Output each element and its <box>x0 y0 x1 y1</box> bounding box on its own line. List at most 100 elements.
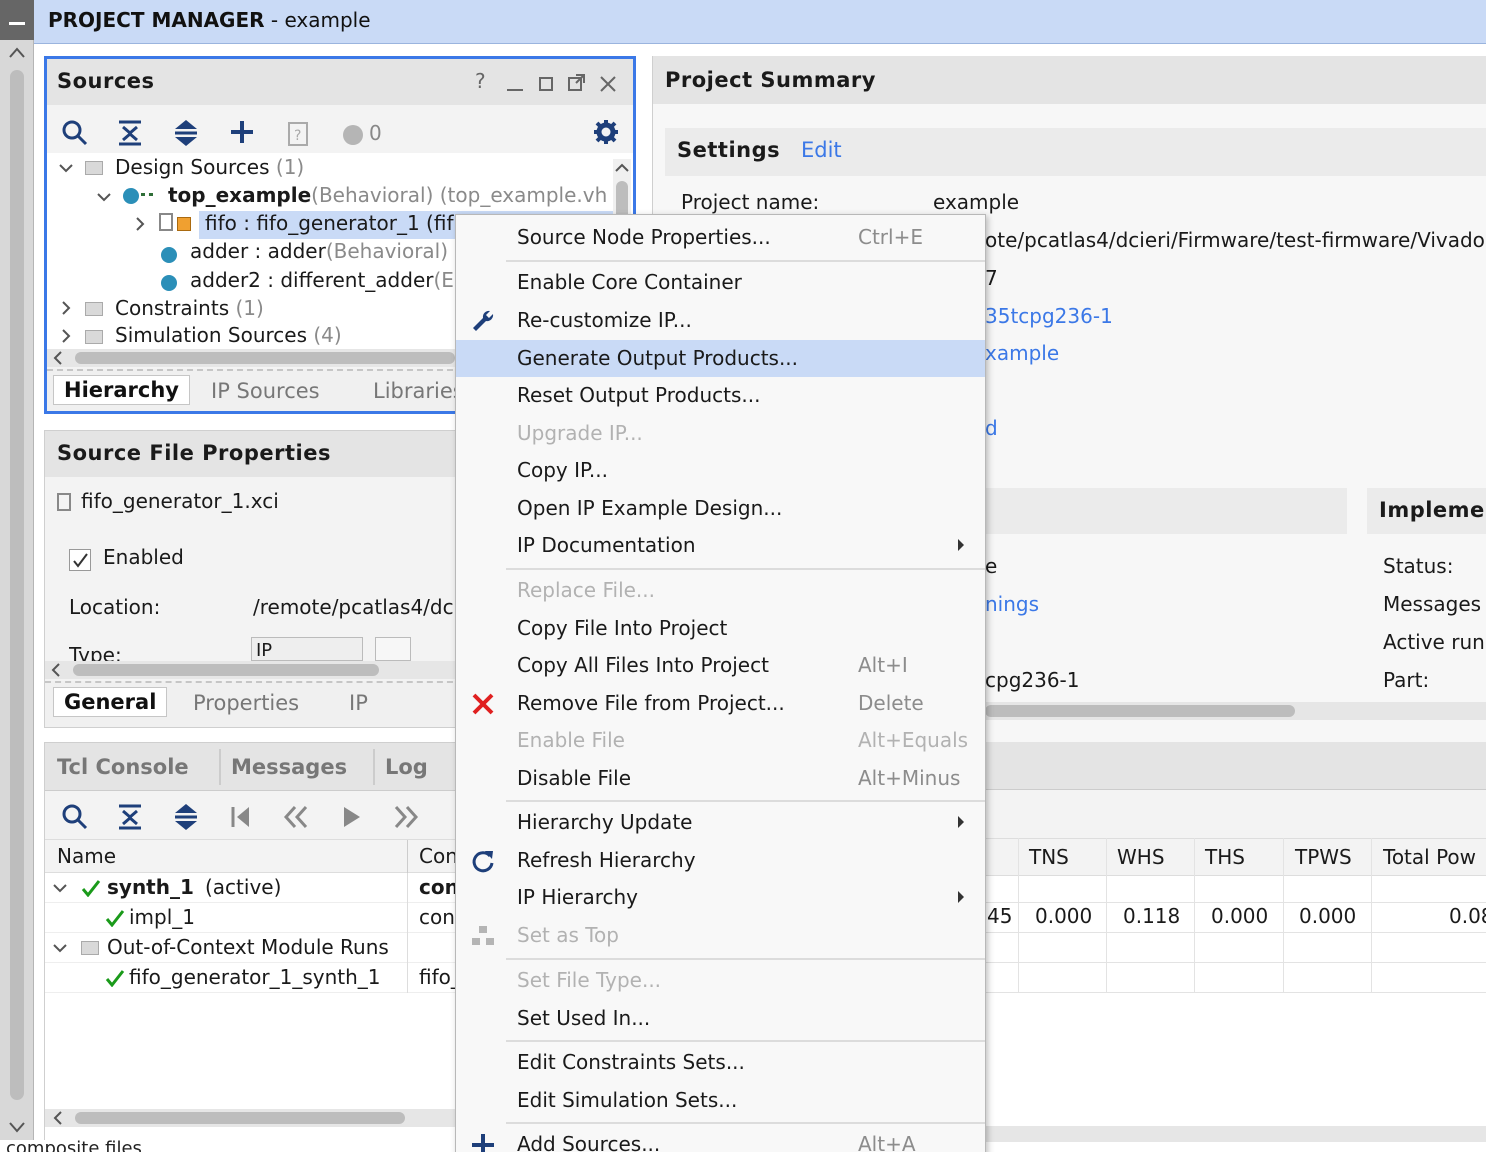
tab-hierarchy[interactable]: Hierarchy <box>53 375 190 405</box>
run-active-tag: (active) <box>205 875 282 899</box>
scroll-up-icon[interactable] <box>8 46 26 60</box>
rewind-icon[interactable] <box>283 805 309 829</box>
add-sources-icon[interactable] <box>229 119 255 147</box>
enabled-checkbox[interactable] <box>69 549 91 571</box>
menu-item-upgrade-ip[interactable]: Upgrade IP... <box>456 415 985 452</box>
menu-item-set-as-top[interactable]: Set as Top <box>456 917 985 954</box>
menu-item-refresh-hierarchy[interactable]: Refresh Hierarchy <box>456 842 985 879</box>
sfp-hscroll[interactable] <box>45 661 463 679</box>
gear-icon[interactable] <box>593 119 619 145</box>
tree-item-top-example[interactable]: top_example(Behavioral) (top_example.vh <box>168 183 608 207</box>
menu-item-generate-output-products[interactable]: Generate Output Products... <box>456 340 985 377</box>
menu-item-ip-hierarchy[interactable]: IP Hierarchy <box>456 879 985 916</box>
menu-item-recustomize-ip[interactable]: Re-customize IP... <box>456 302 985 339</box>
scroll-left-icon[interactable] <box>53 1111 63 1125</box>
maximize-panel-icon[interactable] <box>539 77 553 91</box>
help-icon[interactable]: ? <box>475 69 486 93</box>
tree-item-fifo[interactable]: fifo : fifo_generator_1 (fif <box>205 211 455 235</box>
menu-item-copy-all-files[interactable]: Copy All Files Into Project Alt+I <box>456 647 985 684</box>
chevron-down-icon[interactable] <box>97 192 111 202</box>
col-tpws[interactable]: TPWS <box>1295 845 1352 869</box>
tree-item-adder2[interactable]: adder2 : different_adder(E <box>190 268 460 292</box>
tree-item-simulation-sources[interactable]: Simulation Sources (4) <box>115 323 342 347</box>
table-row[interactable]: fifo_generator_1_synth_1 fifo_ <box>45 963 463 993</box>
menu-item-copy-file-into-project[interactable]: Copy File Into Project <box>456 610 985 647</box>
chevron-right-icon[interactable] <box>61 301 71 315</box>
search-icon[interactable] <box>61 119 89 147</box>
properties-doc-icon[interactable]: ? <box>287 121 309 147</box>
tab-tcl-console[interactable]: Tcl Console <box>57 755 189 779</box>
menu-item-hierarchy-update[interactable]: Hierarchy Update <box>456 804 985 841</box>
type-field[interactable]: IP <box>251 637 363 661</box>
scroll-up-icon[interactable] <box>615 163 629 173</box>
menu-item-enable-file[interactable]: Enable File Alt+Equals <box>456 722 985 759</box>
search-icon[interactable] <box>61 803 89 831</box>
menu-item-edit-simulation-sets[interactable]: Edit Simulation Sets... <box>456 1082 985 1119</box>
table-row[interactable]: synth_1 (active) con <box>45 873 463 903</box>
tab-properties[interactable]: Properties <box>193 691 299 715</box>
console-hscroll[interactable] <box>45 1109 463 1127</box>
col-tns[interactable]: TNS <box>1029 845 1069 869</box>
collapse-all-icon[interactable] <box>117 119 143 147</box>
tab-messages[interactable]: Messages <box>231 755 347 779</box>
col-constraints[interactable]: Con <box>419 844 458 868</box>
menu-separator <box>506 958 985 960</box>
settings-edit-link[interactable]: Edit <box>801 138 842 162</box>
chevron-down-icon[interactable] <box>53 943 67 953</box>
tab-ip-sources[interactable]: IP Sources <box>211 379 320 403</box>
chevron-right-icon[interactable] <box>61 329 71 343</box>
menu-item-copy-ip[interactable]: Copy IP... <box>456 452 985 489</box>
menu-item-disable-file[interactable]: Disable File Alt+Minus <box>456 760 985 797</box>
expand-all-icon[interactable] <box>173 119 199 147</box>
tree-item-design-sources[interactable]: Design Sources (1) <box>115 155 304 179</box>
type-browse-button[interactable] <box>375 637 411 661</box>
scroll-down-icon[interactable] <box>8 1120 26 1134</box>
chevron-right-icon[interactable] <box>135 217 145 231</box>
table-row[interactable]: Out-of-Context Module Runs <box>45 933 463 963</box>
col-name[interactable]: Name <box>57 844 116 868</box>
tab-ip[interactable]: IP <box>349 691 368 715</box>
close-panel-icon[interactable] <box>599 75 617 93</box>
chevron-down-icon[interactable] <box>59 163 73 173</box>
expand-all-icon[interactable] <box>173 803 199 831</box>
menu-item-source-node-properties[interactable]: Source Node Properties... Ctrl+E <box>456 219 985 256</box>
table-row[interactable]: impl_1 con <box>45 903 463 933</box>
menu-item-reset-output-products[interactable]: Reset Output Products... <box>456 377 985 414</box>
summary-hscroll-thumb[interactable] <box>985 705 1295 717</box>
float-panel-icon[interactable] <box>567 73 587 93</box>
menu-item-add-sources[interactable]: Add Sources... Alt+A <box>456 1126 985 1152</box>
menu-item-ip-documentation[interactable]: IP Documentation <box>456 527 985 564</box>
tree-item-constraints[interactable]: Constraints (1) <box>115 296 264 320</box>
fast-forward-icon[interactable] <box>393 805 419 829</box>
synth-warnings-link[interactable]: nings <box>985 592 1039 616</box>
tree-item-adder[interactable]: adder : adder(Behavioral) <box>190 239 460 263</box>
menu-item-enable-core-container[interactable]: Enable Core Container <box>456 264 985 301</box>
tree-hscroll-thumb[interactable] <box>75 352 455 364</box>
scroll-left-icon[interactable] <box>51 663 61 677</box>
menu-item-edit-constraints-sets[interactable]: Edit Constraints Sets... <box>456 1044 985 1081</box>
vertical-scrollbar[interactable] <box>10 70 24 1100</box>
menu-item-replace-file[interactable]: Replace File... <box>456 572 985 609</box>
menu-item-remove-file[interactable]: Remove File from Project... Delete <box>456 685 985 722</box>
tab-libraries[interactable]: Libraries <box>373 379 464 403</box>
console-hscroll-thumb[interactable] <box>75 1112 405 1124</box>
menu-item-set-used-in[interactable]: Set Used In... <box>456 1000 985 1037</box>
minimize-button[interactable] <box>0 0 34 40</box>
minimize-panel-icon[interactable] <box>507 89 523 91</box>
col-total-power[interactable]: Total Pow <box>1383 845 1486 869</box>
chevron-down-icon[interactable] <box>53 883 67 893</box>
top-module-link[interactable]: xample <box>985 341 1059 365</box>
play-icon[interactable] <box>341 805 363 829</box>
menu-item-set-file-type[interactable]: Set File Type... <box>456 962 985 999</box>
col-ths[interactable]: THS <box>1205 845 1245 869</box>
tab-general[interactable]: General <box>53 687 168 717</box>
first-icon[interactable] <box>229 805 253 829</box>
collapse-all-icon[interactable] <box>117 803 143 831</box>
summary-link-fragment[interactable]: d <box>985 416 998 440</box>
col-whs[interactable]: WHS <box>1117 845 1165 869</box>
menu-item-open-ip-example-design[interactable]: Open IP Example Design... <box>456 490 985 527</box>
scroll-left-icon[interactable] <box>53 351 63 365</box>
sfp-hscroll-thumb[interactable] <box>73 664 379 676</box>
tab-log[interactable]: Log <box>385 755 428 779</box>
part-link[interactable]: 35tcpg236-1 <box>985 304 1113 328</box>
